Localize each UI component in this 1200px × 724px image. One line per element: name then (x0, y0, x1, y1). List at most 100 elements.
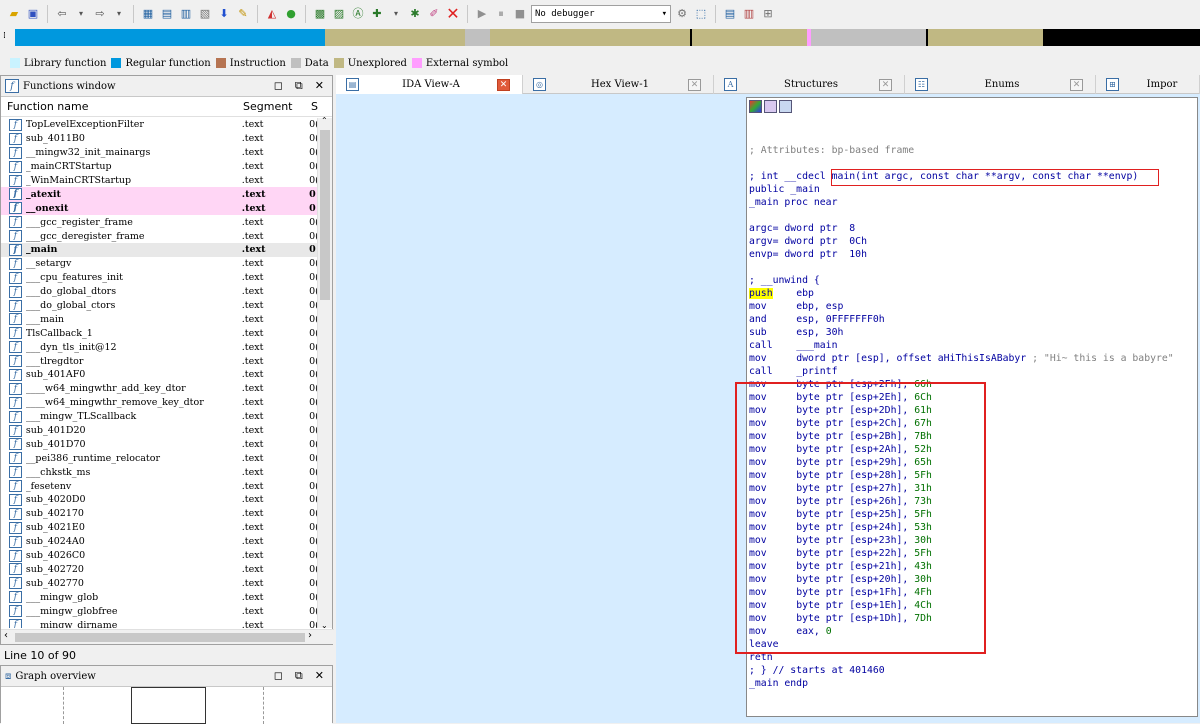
scroll-right-icon[interactable]: › (308, 630, 312, 641)
code-line-var[interactable]: argc= dword ptr 8 (749, 222, 1174, 235)
attach-icon[interactable]: ⬚ (693, 6, 709, 22)
function-row[interactable]: f ___chkstk_ms .text 0( (1, 465, 319, 479)
function-row[interactable]: f ___do_global_dtors .text 0( (1, 285, 319, 299)
function-row[interactable]: f sub_4024A0 .text 0( (1, 535, 319, 549)
function-row[interactable]: f ___gcc_deregister_frame .text 0( (1, 229, 319, 243)
search-next-icon[interactable]: ▧ (197, 6, 213, 22)
edit-icon[interactable]: ✐ (426, 6, 442, 22)
tab-enums[interactable]: ☷ Enums ✕ (905, 75, 1096, 94)
tab-structures[interactable]: A Structures ✕ (714, 75, 905, 94)
disassembly-node[interactable]: ; Attributes: bp-based frame ; int __cdec… (735, 97, 1198, 717)
rename-node-icon[interactable] (764, 100, 777, 113)
code-line-instruction[interactable]: call ___main (749, 339, 1174, 352)
mark-icon[interactable]: ✎ (235, 6, 251, 22)
function-row[interactable]: f ___mingw_globfree .text 0( (1, 604, 319, 618)
open-icon[interactable]: ▰ (6, 6, 22, 22)
function-row[interactable]: f ____w64_mingwthr_add_key_dtor .text 0( (1, 382, 319, 396)
run-green-icon[interactable]: ● (283, 6, 299, 22)
breakpoints-icon[interactable]: ▤ (722, 6, 738, 22)
code-line-attributes[interactable]: ; Attributes: bp-based frame (749, 144, 1174, 157)
function-row[interactable]: f __onexit .text 0 (1, 201, 319, 216)
function-row[interactable]: f sub_4011B0 .text 0( (1, 132, 319, 146)
code-line-instruction[interactable]: call _printf (749, 365, 1174, 378)
close-icon[interactable]: ✕ (879, 78, 892, 91)
close-icon[interactable]: ✕ (315, 669, 324, 683)
tracing-icon[interactable]: ▥ (741, 6, 757, 22)
function-row[interactable]: f _main .text 0 (1, 243, 319, 257)
code-line-var[interactable]: envp= dword ptr 10h (749, 248, 1174, 261)
function-row[interactable]: f ___dyn_tls_init@12 .text 0( (1, 340, 319, 354)
tab-ida-view-a[interactable]: ▤ IDA View-A ✕ (336, 75, 523, 94)
function-row[interactable]: f TopLevelExceptionFilter .text 0( (1, 118, 319, 132)
function-row[interactable]: f sub_402770 .text 0( (1, 576, 319, 590)
tab-hex-view-1[interactable]: ◎ Hex View-1 ✕ (523, 75, 714, 94)
code-line-instruction[interactable]: mov dword ptr [esp], offset aHiThisIsABa… (749, 352, 1174, 365)
functions-window-titlebar[interactable]: f Functions window ◻ ⧉ ✕ (1, 76, 332, 97)
jump-down-icon[interactable]: ⬇ (216, 6, 232, 22)
code-line[interactable]: _main proc near (749, 196, 1174, 209)
function-row[interactable]: f sub_401D70 .text 0( (1, 437, 319, 451)
stop-icon[interactable]: ■ (512, 6, 528, 22)
function-row[interactable]: f ___mingw_glob .text 0( (1, 590, 319, 604)
float-icon[interactable]: ⧉ (295, 79, 303, 93)
function-row[interactable]: f ___do_global_ctors .text 0( (1, 299, 319, 313)
dropdown-icon[interactable]: ▾ (388, 6, 404, 22)
function-row[interactable]: f ___main .text 0( (1, 312, 319, 326)
function-row[interactable]: f sub_402720 .text 0( (1, 563, 319, 577)
function-row[interactable]: f sub_401AF0 .text 0( (1, 368, 319, 382)
code-line-instruction[interactable]: push ebp (749, 287, 1174, 300)
patch-icon[interactable]: ✱ (407, 6, 423, 22)
restore-icon[interactable]: ◻ (274, 669, 283, 683)
code-line-instruction[interactable]: sub esp, 30h (749, 326, 1174, 339)
function-row[interactable]: f sub_4020D0 .text 0( (1, 493, 319, 507)
forward-icon[interactable]: ⇨ (92, 6, 108, 22)
add-item-icon[interactable]: ✚ (369, 6, 385, 22)
function-row[interactable]: f __pei386_runtime_relocator .text 0( (1, 451, 319, 465)
function-row[interactable]: f ___gcc_register_frame .text 0( (1, 215, 319, 229)
functions-vertical-scrollbar[interactable]: ⌃ ⌄ (317, 116, 332, 630)
code-line[interactable]: ; } // starts at 401460 (749, 664, 1174, 677)
function-row[interactable]: f _atexit .text 0 (1, 187, 319, 202)
debugger-options-icon[interactable]: ⚙ (674, 6, 690, 22)
dropdown-icon[interactable]: ▾ (111, 6, 127, 22)
add-struct-icon[interactable]: Ⓐ (350, 6, 366, 22)
function-row[interactable]: f ___mingw_dirname .text 0( (1, 618, 319, 628)
tab-impor[interactable]: ⊞ Impor (1096, 75, 1200, 94)
save-icon[interactable]: ▣ (25, 6, 41, 22)
function-row[interactable]: f sub_4021E0 .text 0( (1, 521, 319, 535)
code-line-instruction[interactable]: mov ebp, esp (749, 300, 1174, 313)
function-row[interactable]: f sub_4026C0 .text 0( (1, 549, 319, 563)
code-line[interactable]: ; __unwind { (749, 274, 1174, 287)
code-line-blank[interactable] (749, 209, 1174, 222)
color-node-icon[interactable] (749, 100, 762, 113)
pause-icon[interactable]: ⏸ (493, 6, 509, 22)
trace-options-icon[interactable]: ⊞ (760, 6, 776, 22)
ida-view-a[interactable]: ; Attributes: bp-based frame ; int __cdec… (336, 94, 1200, 723)
code-line-instruction[interactable]: and esp, 0FFFFFFF0h (749, 313, 1174, 326)
binary-search-icon[interactable]: ▦ (140, 6, 156, 22)
scroll-left-icon[interactable]: ‹ (4, 630, 8, 641)
function-row[interactable]: f __mingw32_init_mainargs .text 0( (1, 146, 319, 160)
navigation-strip[interactable] (15, 29, 1200, 46)
dropdown-icon[interactable]: ▾ (73, 6, 89, 22)
function-row[interactable]: f TlsCallback_1 .text 0( (1, 326, 319, 340)
code-line-blank[interactable] (749, 261, 1174, 274)
float-icon[interactable]: ⧉ (295, 669, 303, 683)
function-row[interactable]: f ____w64_mingwthr_remove_key_dtor .text 0( (1, 396, 319, 410)
start-debug-icon[interactable]: ▶ (474, 6, 490, 22)
function-row[interactable]: f _fesetenv .text 0( (1, 479, 319, 493)
column-segment[interactable]: Segment (241, 100, 311, 113)
function-row[interactable]: f ___mingw_TLScallback .text 0( (1, 410, 319, 424)
function-row[interactable]: f _WinMainCRTStartup .text 0( (1, 174, 319, 188)
add-function-icon[interactable]: ▨ (331, 6, 347, 22)
function-row[interactable]: f sub_401D20 .text 0( (1, 424, 319, 438)
scroll-thumb[interactable] (320, 130, 330, 300)
add-segment-icon[interactable]: ▩ (312, 6, 328, 22)
close-icon[interactable]: ✕ (315, 79, 324, 93)
function-row[interactable]: f ___cpu_features_init .text 0( (1, 271, 319, 285)
back-icon[interactable]: ⇦ (54, 6, 70, 22)
close-icon[interactable]: ✕ (688, 78, 701, 91)
column-start[interactable]: S (311, 100, 323, 113)
graph-icon[interactable]: ◭ (264, 6, 280, 22)
text-search-icon[interactable]: ▤ (159, 6, 175, 22)
